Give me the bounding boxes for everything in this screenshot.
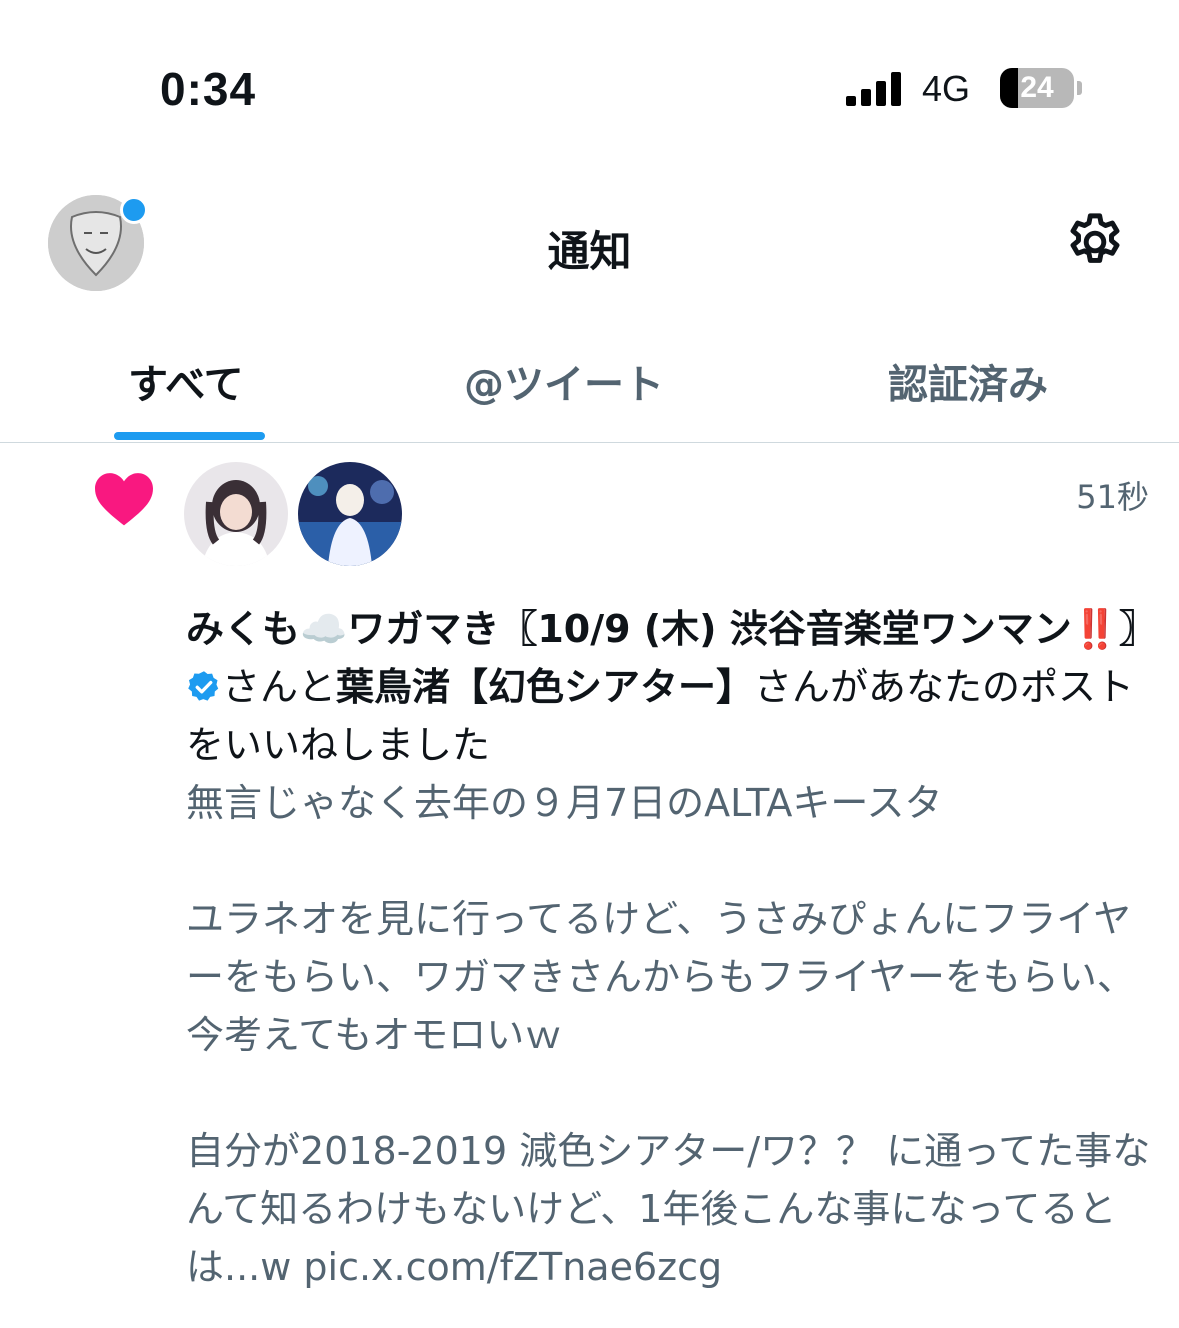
status-time: 0:34 [160,63,257,115]
liker-avatar-2[interactable] [298,462,402,566]
network-type: 4G [922,68,971,109]
connector-text: さんと [222,665,337,709]
notification-time: 51秒 [1076,478,1149,516]
notification-tabs: すべて @ツイート 認証済み [0,330,1179,443]
status-bar: 0:34 4G 24 [0,0,1179,130]
verified-badge-icon [186,663,222,701]
liker-avatar-1[interactable] [184,462,288,566]
active-tab-indicator [114,432,265,440]
liker-name-2[interactable]: 葉鳥渚【幻色シアター】 [336,665,754,709]
tweet-preview[interactable]: 無言じゃなく去年の９月7日のALTAキースタ ユラネオを見に行ってるけど、うさみ… [186,774,1156,1296]
heart-icon [92,470,156,528]
page-title: 通知 [547,227,632,276]
battery-tip [1077,81,1082,95]
battery-icon: 24 [1000,68,1074,108]
tab-verified[interactable]: 認証済み [888,352,1048,410]
liker-name-1[interactable]: みくも☁️ワガマき〖10/9 (木) 渋谷音楽堂ワンマン‼️〗 [186,607,1157,651]
notification-summary: みくも☁️ワガマき〖10/9 (木) 渋谷音楽堂ワンマン‼️〗さんと葉鳥渚【幻色… [186,600,1157,774]
gear-icon[interactable] [1062,209,1128,275]
battery-percent: 24 [1020,71,1054,104]
tab-mentions[interactable]: @ツイート [464,352,664,410]
tab-all[interactable]: すべて [128,352,244,410]
signal-icon [846,70,906,106]
